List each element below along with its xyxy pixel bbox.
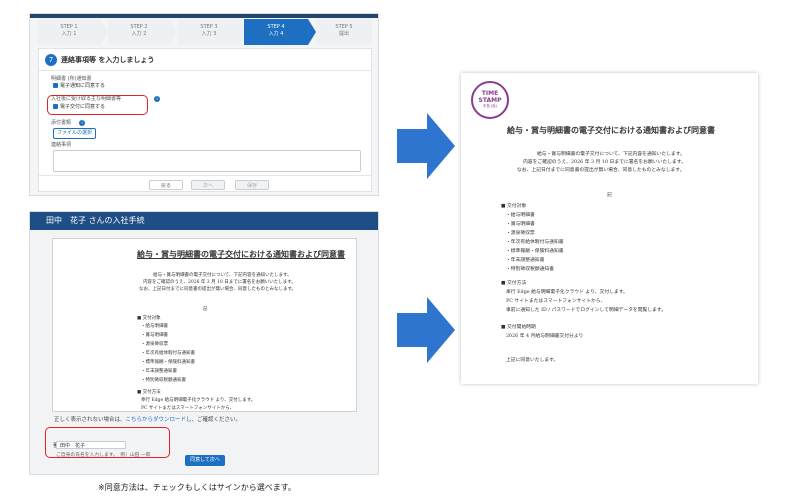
doc-list-item: ・年末調整通知書 xyxy=(506,258,545,263)
form-card: 7 連絡事項等 を入力しましょう 明細書 (所)通知書 電子通知に同意する 入社… xyxy=(38,48,372,192)
signed-document: TIME STAMP 中島 (仮) 給与・賞与明細書の電子交付における通知書およ… xyxy=(461,73,758,384)
doc-method-line: PC サイトまたはスマートフォンサイトから、 xyxy=(141,406,235,411)
step-progress: STEP 1 入力 1 STEP 2 入力 2 STEP 3 入力 3 STEP… xyxy=(38,19,372,45)
doc-ki: 記 xyxy=(203,307,208,312)
doc-list-item: ・給与明細書 xyxy=(141,324,168,329)
doc-list-item: ・標準報酬・保険料通知書 xyxy=(141,360,195,365)
doc-list-item: ・年次有給休暇付与通知書 xyxy=(506,240,564,245)
doc-list-item: ・賞与明細書 xyxy=(506,222,535,227)
doc-list-item: ・標準報酬・保険料通知書 xyxy=(506,249,564,254)
next-button[interactable]: 次へ xyxy=(191,180,225,190)
step-4-number: STEP 4 xyxy=(267,24,285,30)
arrow-right-icon xyxy=(397,297,455,363)
time-stamp-seal: TIME STAMP 中島 (仮) xyxy=(471,81,509,119)
doc-list-item: ・賞与明細書 xyxy=(141,333,168,338)
doc-method-line: PC サイトまたはスマートフォンサイトから、 xyxy=(506,299,606,304)
step-4-active[interactable]: STEP 4 入力 4 xyxy=(244,19,308,45)
doc-title: 給与・賞与明細書の電子交付における通知書および同意書 xyxy=(507,125,715,135)
divider xyxy=(39,175,371,176)
step-1-label: 入力 1 xyxy=(61,31,77,37)
info-icon[interactable]: i xyxy=(154,96,160,102)
step-separator-active xyxy=(308,19,316,45)
onboarding-header: 田中 花子 さんの入社手続 xyxy=(30,212,378,230)
doc-title: 給与・賞与明細書の電子交付における通知書および同意書 xyxy=(137,249,345,259)
stamp-text: STAMP xyxy=(478,97,502,104)
info-icon[interactable]: i xyxy=(79,120,85,126)
step-3-number: STEP 3 xyxy=(200,24,218,30)
doc-method-line: 奉行 Edge 給与明細電子化クラウド より、交付します。 xyxy=(506,290,628,295)
section1-checkbox-label: 電子通知に同意する xyxy=(60,83,106,89)
stamp-text: 中島 (仮) xyxy=(482,104,498,108)
doc-list-item: ・給与明細書 xyxy=(506,213,535,218)
step-separator xyxy=(170,19,178,45)
step-5-number: STEP 5 xyxy=(335,24,353,30)
doc-list-item: ・特別徴収税額通知書 xyxy=(141,378,186,383)
doc-method-line: 事前に通知した ID / パスワードでログインして明細データを閲覧します。 xyxy=(506,308,667,313)
doc-list-heading: ■ 交付対象 xyxy=(501,204,527,209)
step-1-number: STEP 1 xyxy=(60,24,78,30)
doc-list-item: ・年次有給休暇付与通知書 xyxy=(141,351,195,356)
arrow-right-icon xyxy=(397,113,455,179)
doc-list-item: ・年末調整通知書 xyxy=(141,369,177,374)
footnote: ※同意方法は、チェックもしくはサインから選べます。 xyxy=(98,483,296,492)
doc-start-line: 2026 年 4 月給与明細書交付分より xyxy=(506,334,584,339)
download-prefix: 正しく表示されない場合は、 xyxy=(54,417,126,423)
step-separator xyxy=(100,19,108,45)
doc-ki: 記 xyxy=(607,193,612,198)
doc-closing: 上記に同意いたします。 xyxy=(506,358,559,363)
top-bar xyxy=(30,14,378,18)
save-button[interactable]: 保存 xyxy=(235,180,269,190)
step-number-badge: 7 xyxy=(45,54,57,66)
step-5[interactable]: STEP 5 提出 xyxy=(316,19,372,45)
step-3[interactable]: STEP 3 入力 3 xyxy=(178,19,240,45)
doc-start-heading: ■ 交付開始時期 xyxy=(501,325,536,330)
doc-paragraph: 給与・賞与明細書の電子交付について、下記内容を通知いたします。 xyxy=(537,152,685,157)
notes-label: 連絡事項 xyxy=(51,142,72,148)
consent-form-panel: STEP 1 入力 1 STEP 2 入力 2 STEP 3 入力 3 STEP… xyxy=(29,13,379,196)
doc-list-heading: ■ 交付対象 xyxy=(137,316,161,321)
agree-and-next-button[interactable]: 同意して次へ xyxy=(185,455,225,466)
download-notice: 正しく表示されない場合は、こちらからダウンロードし、ご確認ください。 xyxy=(54,415,241,423)
doc-paragraph: 給与・賞与明細書の電子交付について、下記内容を通知いたします。 xyxy=(153,273,292,278)
doc-paragraph: なお、上記日付までに同意書の提出が無い場合、同意したものとみなします。 xyxy=(139,287,297,292)
step-5-label: 提出 xyxy=(338,31,349,37)
step-2[interactable]: STEP 2 入力 2 xyxy=(108,19,170,45)
highlight-consent-checkbox xyxy=(47,95,148,115)
doc-method-line: 奉行 Edge 給与明細電子化クラウド より、交付します。 xyxy=(141,398,256,403)
checkbox-checked-icon[interactable] xyxy=(53,83,58,88)
doc-paragraph: 内容をご確認のうえ、2026 年 3 月 10 日までに署名をお願いいたします。 xyxy=(143,280,296,285)
step-4-label: 入力 4 xyxy=(268,31,284,37)
step-3-label: 入力 3 xyxy=(201,31,217,37)
section1-checkbox-row[interactable]: 電子通知に同意する xyxy=(53,83,105,90)
doc-list-item: ・源泉徴収票 xyxy=(506,231,535,236)
back-button[interactable]: 戻る xyxy=(149,180,183,190)
stamp-text: TIME xyxy=(481,90,499,97)
download-suffix: し、ご確認ください。 xyxy=(186,417,242,423)
file-select-button[interactable]: ファイルの選択 xyxy=(53,128,97,139)
doc-list-item: ・特別徴収税額通知書 xyxy=(506,267,554,272)
attachment-label: 添付書類 xyxy=(51,120,72,126)
step-1[interactable]: STEP 1 入力 1 xyxy=(38,19,100,45)
form-title: 連絡事項等 を入力しましょう xyxy=(61,56,155,64)
download-link[interactable]: こちらからダウンロード xyxy=(126,417,187,423)
doc-method-heading: ■ 交付方法 xyxy=(501,281,527,286)
section1-label: 明細書 (所)通知書 xyxy=(51,76,92,82)
notes-textarea[interactable] xyxy=(53,150,361,172)
doc-paragraph: なお、上記日付までに同意書の提出が無い場合、同意したものとみなします。 xyxy=(517,168,685,173)
onboarding-panel: 田中 花子 さんの入社手続 給与・賞与明細書の電子交付における通知書および同意書… xyxy=(29,211,379,475)
doc-method-heading: ■ 交付方法 xyxy=(137,390,161,395)
doc-paragraph: 内容をご確認のうえ、2026 年 3 月 10 日までに署名をお願いいたします。 xyxy=(523,160,686,165)
divider xyxy=(39,70,371,71)
step-2-label: 入力 2 xyxy=(131,31,147,37)
document-preview[interactable]: 給与・賞与明細書の電子交付における通知書および同意書 給与・賞与明細書の電子交付… xyxy=(52,238,357,412)
step-2-number: STEP 2 xyxy=(130,24,148,30)
doc-list-item: ・源泉徴収票 xyxy=(141,342,168,347)
highlight-signature xyxy=(45,427,170,458)
